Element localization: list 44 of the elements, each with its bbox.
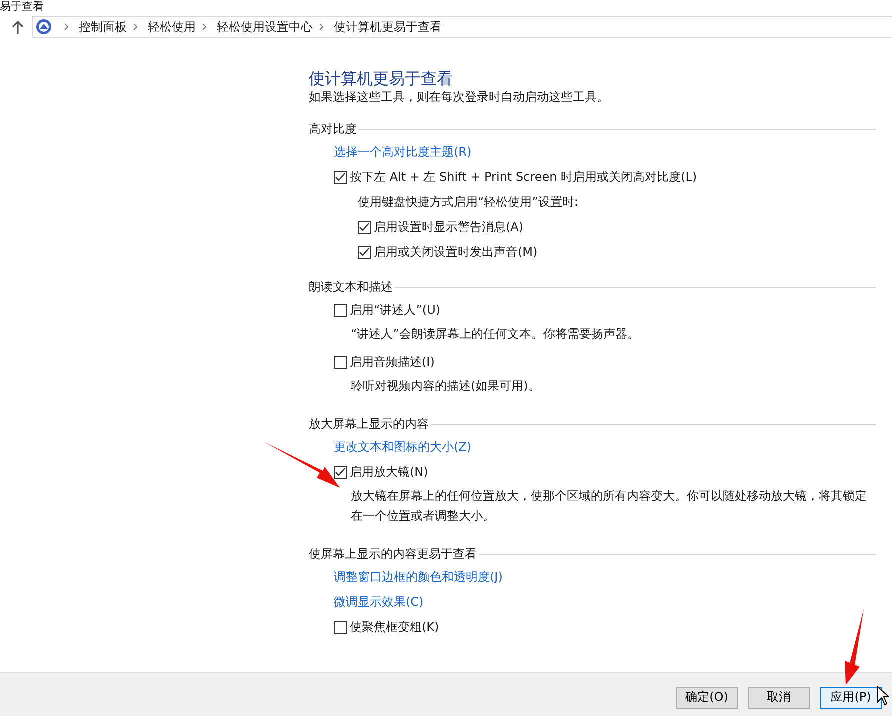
link[interactable]: 调整窗口边框的颜色和透明度(J) [334, 569, 503, 586]
checkbox-label[interactable]: 启用或关闭设置时发出声音(M) [374, 244, 538, 261]
section-heading: 高对比度 [309, 120, 357, 138]
window-title: 易于查看 [0, 0, 44, 13]
link[interactable]: 选择一个高对比度主题(R) [334, 144, 472, 161]
chevron-icon[interactable] [319, 23, 324, 31]
breadcrumb-item[interactable]: 轻松使用 [148, 18, 196, 36]
checkbox[interactable] [358, 221, 371, 234]
checkbox-label[interactable]: 启用“讲述人”(U) [350, 302, 441, 319]
page-description: 如果选择这些工具，则在每次登录时自动启动这些工具。 [309, 89, 610, 105]
chevron-icon[interactable] [202, 23, 207, 31]
address-bar[interactable]: 控制面板 轻松使用 轻松使用设置中心 使计算机更易于查看 [32, 16, 892, 38]
up-arrow-icon[interactable] [12, 20, 24, 34]
checkbox-label[interactable]: 启用放大镜(N) [350, 464, 428, 481]
checkbox-label[interactable]: 启用设置时显示警告消息(A) [374, 219, 524, 236]
description: 放大镜在屏幕上的任何位置放大，使那个区域的所有内容变大。你可以随处移动放大镜，将其锁定在一个位置或者调整大小。 [350, 488, 868, 525]
link[interactable]: 更改文本和图标的大小(Z) [334, 439, 472, 456]
label: 使用键盘快捷方式启用“轻松使用”设置时: [358, 194, 578, 211]
section-heading: 放大屏幕上显示的内容 [309, 416, 429, 432]
description: 聆听对视频内容的描述(如果可用)。 [350, 378, 542, 395]
checkbox[interactable] [334, 356, 347, 369]
chevron-icon[interactable] [64, 23, 69, 31]
checkbox[interactable] [334, 466, 347, 479]
checkbox-label[interactable]: 使聚焦框变粗(K) [350, 619, 440, 636]
dialog-button[interactable]: 应用(P) [820, 686, 882, 708]
dialog-button[interactable]: 确定(O) [676, 686, 738, 708]
section-heading: 使屏幕上显示的内容更易于查看 [309, 546, 477, 562]
breadcrumb-item[interactable]: 使计算机更易于查看 [334, 18, 442, 36]
checkbox-label[interactable]: 按下左 Alt + 左 Shift + Print Screen 时启用或关闭高对比度(L) [350, 169, 698, 186]
breadcrumb-item[interactable]: 控制面板 [79, 18, 127, 36]
page-title: 使计算机更易于查看 [309, 69, 454, 89]
link[interactable]: 微调显示效果(C) [334, 594, 424, 611]
checkbox[interactable] [358, 246, 371, 259]
checkbox[interactable] [334, 621, 347, 634]
control-panel-icon [36, 19, 52, 35]
section-heading: 朗读文本和描述 [309, 278, 393, 296]
description: “讲述人”会朗读屏幕上的任何文本。你将需要扬声器。 [350, 326, 640, 343]
checkbox[interactable] [334, 171, 347, 184]
chevron-icon[interactable] [133, 23, 138, 31]
checkbox-label[interactable]: 启用音频描述(I) [350, 354, 435, 371]
dialog-button[interactable]: 取消 [748, 686, 810, 708]
breadcrumb-item[interactable]: 轻松使用设置中心 [217, 18, 313, 36]
checkbox[interactable] [334, 304, 347, 317]
cursor-icon [877, 686, 890, 706]
